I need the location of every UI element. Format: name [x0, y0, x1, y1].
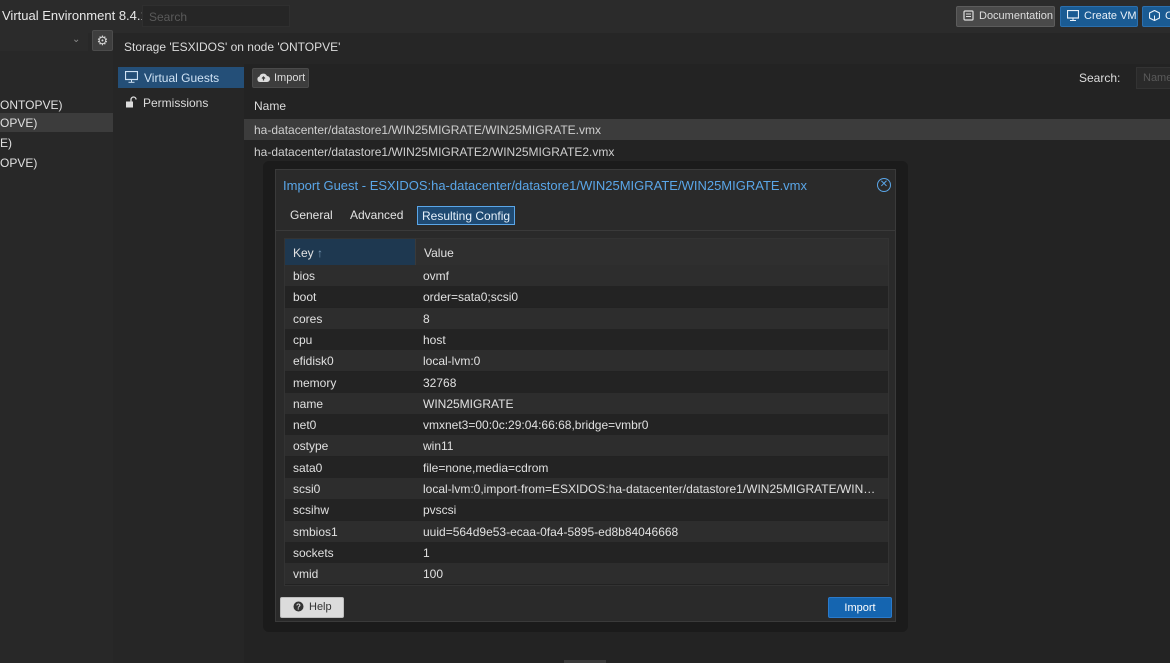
search-label: Search:: [1079, 71, 1121, 85]
unlock-icon: [125, 96, 137, 113]
import-toolbar-button[interactable]: Import: [252, 68, 309, 88]
grid-key-cell: vmid: [293, 567, 319, 581]
tree-item[interactable]: ONTOPVE): [0, 95, 113, 114]
create-ct-label: C: [1165, 10, 1170, 22]
column-header-key[interactable]: Key ↑: [285, 239, 415, 265]
grid-value-cell: WIN25MIGRATE: [423, 397, 514, 411]
close-icon[interactable]: ✕: [877, 178, 891, 192]
help-label: Help: [309, 601, 332, 613]
grid-value-cell: local-lvm:0: [423, 354, 481, 368]
name-search-input[interactable]: Name: [1136, 67, 1170, 89]
grid-value-cell: local-lvm:0,import-from=ESXIDOS:ha-datac…: [423, 482, 878, 496]
svg-text:?: ?: [296, 603, 301, 612]
chevron-down-icon[interactable]: ⌄: [72, 34, 80, 45]
documentation-label: Documentation: [979, 10, 1053, 22]
grid-key-cell: scsihw: [293, 503, 330, 517]
create-vm-button[interactable]: Create VM: [1060, 6, 1138, 27]
create-ct-button[interactable]: C: [1142, 6, 1170, 27]
grid-key-cell: cpu: [293, 333, 313, 347]
grid-value-cell: file=none,media=cdrom: [423, 461, 549, 475]
tab-general[interactable]: General: [286, 206, 337, 225]
monitor-icon: [124, 70, 139, 88]
grid-key-cell: smbios1: [293, 525, 338, 539]
grid-key-cell: scsi0: [293, 482, 321, 496]
monitor-icon: [1066, 9, 1080, 24]
grid-value-cell: 100: [423, 567, 444, 581]
grid-key-cell: name: [293, 397, 324, 411]
nav-item-label: Permissions: [143, 96, 209, 110]
grid-value-cell: 8: [423, 312, 430, 326]
global-search-input[interactable]: Search: [142, 5, 290, 27]
grid-value-cell: win11: [423, 439, 454, 453]
column-header-name[interactable]: Name: [254, 99, 286, 113]
tree-item[interactable]: OPVE): [0, 153, 113, 172]
tab-strip-divider: [276, 230, 895, 231]
grid-value-cell: pvscsi: [423, 503, 457, 517]
help-button[interactable]: ? Help: [280, 597, 344, 618]
grid-key-cell: boot: [293, 290, 317, 304]
book-icon: [963, 10, 974, 24]
list-item[interactable]: ha-datacenter/datastore1/WIN25MIGRATE/WI…: [244, 119, 1170, 140]
gear-icon[interactable]: ⚙: [92, 30, 113, 51]
key-header-label: Key: [293, 246, 314, 260]
dialog-title: Import Guest - ESXIDOS:ha-datacenter/dat…: [283, 178, 808, 193]
grid-value-cell: uuid=564d9e53-ecaa-0fa4-5895-ed8b8404666…: [423, 525, 679, 539]
grid-key-cell: cores: [293, 312, 323, 326]
page-title: Storage 'ESXIDOS' on node 'ONTOPVE': [124, 40, 341, 54]
import-label: Import: [274, 72, 306, 84]
tab-advanced[interactable]: Advanced: [346, 206, 407, 225]
nav-item-label: Virtual Guests: [144, 71, 220, 85]
grid-key-cell: net0: [293, 418, 317, 432]
column-header-value[interactable]: Value: [415, 239, 888, 265]
create-vm-label: Create VM: [1084, 10, 1137, 22]
cube-icon: [1148, 9, 1161, 24]
cloud-upload-icon: [257, 72, 270, 87]
tree-item-selected[interactable]: OPVE): [0, 113, 113, 132]
sort-ascending-icon: ↑: [317, 246, 324, 260]
app-title: Virtual Environment 8.4.1: [2, 8, 148, 23]
grid-value-cell: ovmf: [423, 269, 450, 283]
grid-value-cell: 32768: [423, 376, 457, 390]
storage-nav: [113, 64, 244, 663]
grid-key-cell: memory: [293, 376, 337, 390]
list-item[interactable]: ha-datacenter/datastore1/WIN25MIGRATE2/W…: [244, 141, 1170, 162]
question-icon: ?: [293, 601, 304, 617]
nav-item-permissions[interactable]: Permissions: [118, 92, 244, 113]
grid-value-cell: 1: [423, 546, 430, 560]
grid-key-cell: efidisk0: [293, 354, 334, 368]
grid-value-cell: order=sata0;scsi0: [423, 290, 519, 304]
grid-value-cell: host: [423, 333, 446, 347]
grid-key-cell: sata0: [293, 461, 323, 475]
nav-item-virtual-guests[interactable]: Virtual Guests: [118, 67, 244, 88]
grid-value-cell: vmxnet3=00:0c:29:04:66:68,bridge=vmbr0: [423, 418, 649, 432]
tab-resulting-config[interactable]: Resulting Config: [417, 206, 516, 225]
tree-item[interactable]: E): [0, 133, 113, 152]
documentation-button[interactable]: Documentation: [956, 6, 1055, 27]
grid-key-cell: ostype: [293, 439, 329, 453]
grid-key-cell: bios: [293, 269, 316, 283]
import-button[interactable]: Import: [828, 597, 892, 618]
grid-key-cell: sockets: [293, 546, 334, 560]
